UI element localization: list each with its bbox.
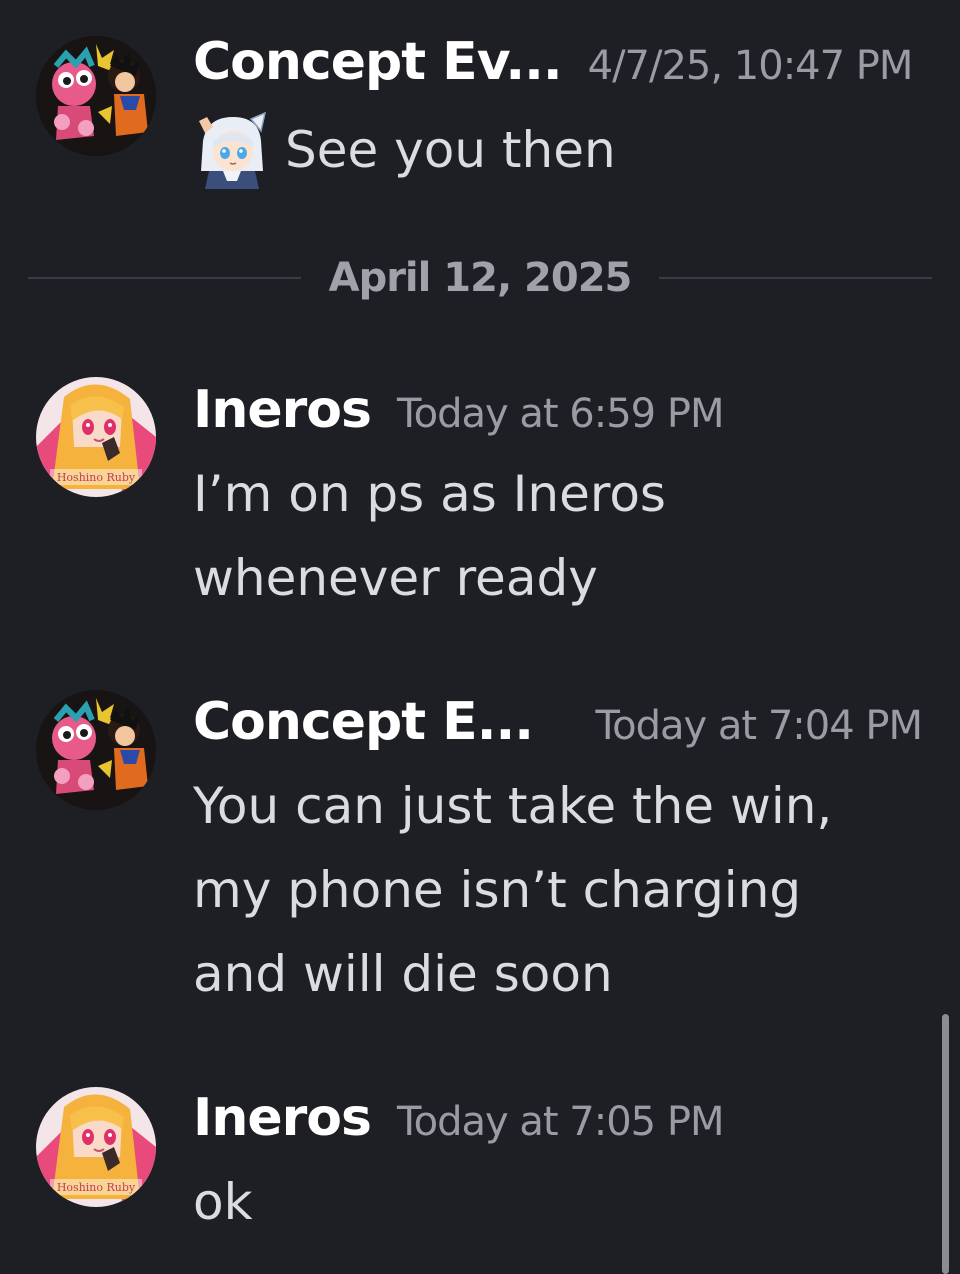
message-line: and will die soon: [193, 945, 613, 1003]
username[interactable]: Concept E...: [193, 692, 534, 752]
message-4[interactable]: Hoshino Ruby Ineros Today at 7:05 PM ok: [0, 1068, 960, 1268]
ineros-avatar[interactable]: Hoshino Ruby: [36, 1087, 156, 1207]
message-content: See you then: [193, 110, 616, 190]
message-2[interactable]: Hoshino Ruby Ineros Today at 6:59 PM I’m…: [0, 360, 960, 620]
message-line: whenever ready: [193, 549, 598, 607]
message-text: You can just take the win, my phone isn’…: [193, 764, 890, 1016]
message-1[interactable]: Concept Ev... 4/7/25, 10:47 PM See you t…: [0, 0, 960, 200]
message-header: Ineros Today at 6:59 PM: [193, 380, 922, 440]
ineros-avatar[interactable]: Hoshino Ruby: [36, 377, 156, 497]
avatar-watermark: Hoshino Ruby: [57, 1181, 136, 1194]
date-divider: April 12, 2025: [28, 250, 932, 306]
timestamp: Today at 7:04 PM: [595, 703, 923, 749]
message-text: ok: [193, 1160, 890, 1244]
concept-avatar[interactable]: [36, 690, 156, 810]
username[interactable]: Ineros: [193, 1088, 372, 1148]
message-text: See you then: [285, 121, 616, 179]
saluting-character-emoji: [193, 111, 271, 189]
message-text: I’m on ps as Ineros whenever ready: [193, 452, 890, 620]
message-3[interactable]: Concept E... Today at 7:04 PM You can ju…: [0, 672, 960, 1022]
message-line: You can just take the win,: [193, 777, 833, 835]
divider-line-left: [28, 277, 301, 279]
timestamp: Today at 7:05 PM: [396, 1099, 724, 1145]
divider-line-right: [659, 277, 932, 279]
date-divider-label: April 12, 2025: [328, 255, 633, 301]
username[interactable]: Ineros: [193, 380, 372, 440]
concept-avatar[interactable]: [36, 36, 156, 156]
scrollbar[interactable]: [942, 1014, 949, 1274]
message-header: Ineros Today at 7:05 PM: [193, 1088, 922, 1148]
timestamp: Today at 6:59 PM: [396, 391, 724, 437]
message-line: I’m on ps as Ineros: [193, 465, 666, 523]
message-line: my phone isn’t charging: [193, 861, 802, 919]
username[interactable]: Concept Ev...: [193, 32, 563, 92]
message-line: ok: [193, 1173, 253, 1231]
message-header: Concept E... Today at 7:04 PM: [193, 692, 923, 752]
timestamp: 4/7/25, 10:47 PM: [587, 43, 914, 89]
message-header: Concept Ev... 4/7/25, 10:47 PM: [193, 32, 922, 92]
avatar-watermark: Hoshino Ruby: [57, 471, 136, 484]
